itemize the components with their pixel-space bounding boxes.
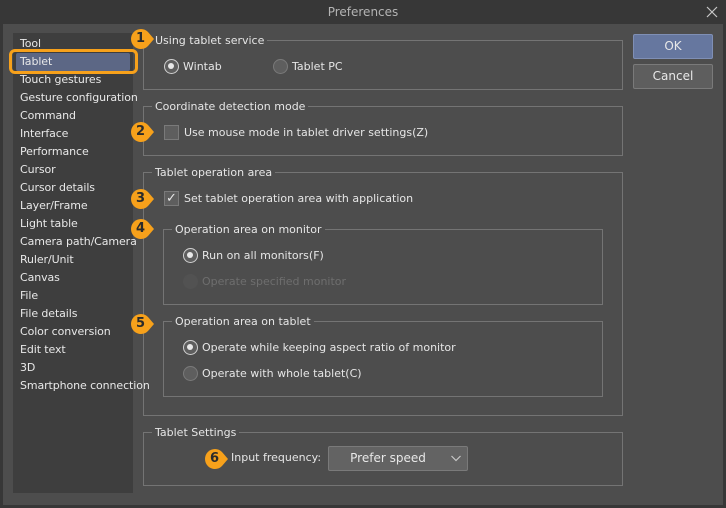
sidebar-item-ruler-unit[interactable]: Ruler/Unit [16,251,136,269]
radio-icon [183,274,198,289]
set-operation-area-label: Set tablet operation area with applicati… [184,192,414,205]
monitor-area-group: Operation area on monitor Run on all mon… [163,222,603,305]
all-monitors-label: Run on all monitors(F) [202,249,324,262]
input-frequency-value: Prefer speed [350,451,426,465]
checkbox-icon [164,125,179,140]
operation-area-title: Tablet operation area [152,165,276,180]
sidebar-item-edit-text[interactable]: Edit text [16,341,136,359]
sidebar-item-file-details[interactable]: File details [16,305,136,323]
sidebar-item-camera-path[interactable]: Camera path/Camera [16,233,137,251]
tablet-pc-label: Tablet PC [292,60,343,73]
tablet-area-group: Operation area on tablet Operate while k… [163,314,603,397]
tablet-service-title: Using tablet service [152,33,268,48]
whole-tablet-label: Operate with whole tablet(C) [202,367,362,380]
set-operation-area-checkbox[interactable]: ✓ Set tablet operation area with applica… [164,191,413,206]
wintab-radio[interactable]: Wintab [164,59,222,74]
tablet-area-title: Operation area on tablet [172,314,314,329]
dialog-body: Tool Tablet Touch gestures Gesture confi… [3,24,723,505]
tablet-pc-radio[interactable]: Tablet PC [273,59,343,74]
sidebar-item-interface[interactable]: Interface [16,125,136,143]
sidebar-item-touch-gestures[interactable]: Touch gestures [16,71,136,89]
title-bar: Preferences [0,0,726,24]
all-monitors-radio[interactable]: Run on all monitors(F) [183,248,324,263]
sidebar-item-color-conversion[interactable]: Color conversion [16,323,136,341]
radio-icon [183,248,198,263]
tablet-service-group: Using tablet service Wintab Tablet PC [143,33,623,90]
sidebar-item-cursor-details[interactable]: Cursor details [16,179,136,197]
specified-monitor-radio: Operate specified monitor [183,274,346,289]
sidebar-item-canvas[interactable]: Canvas [16,269,136,287]
tablet-settings-title: Tablet Settings [152,425,240,440]
sidebar-item-light-table[interactable]: Light table [16,215,136,233]
radio-icon [273,59,288,74]
cancel-button[interactable]: Cancel [633,64,713,89]
input-frequency-label: Input frequency: [231,451,322,464]
sidebar-item-command[interactable]: Command [16,107,136,125]
sidebar-item-cursor[interactable]: Cursor [16,161,136,179]
monitor-area-title: Operation area on monitor [172,222,325,237]
mouse-mode-checkbox[interactable]: Use mouse mode in tablet driver settings… [164,125,428,140]
category-list[interactable]: Tool Tablet Touch gestures Gesture confi… [13,33,150,493]
whole-tablet-radio[interactable]: Operate with whole tablet(C) [183,366,362,381]
coordinate-mode-group: Coordinate detection mode Use mouse mode… [143,99,623,156]
radio-icon [164,59,179,74]
operation-area-group: Tablet operation area ✓ Set tablet opera… [143,165,623,416]
chevron-down-icon [451,455,461,462]
radio-icon [183,340,198,355]
sidebar-item-tool[interactable]: Tool [16,35,136,53]
sidebar-item-3d[interactable]: 3D [16,359,136,377]
ok-button[interactable]: OK [633,34,713,59]
close-button[interactable] [702,2,722,22]
sidebar-item-gesture-configuration[interactable]: Gesture configuration [16,89,138,107]
sidebar-item-layer-frame[interactable]: Layer/Frame [16,197,136,215]
tablet-settings-group: Tablet Settings Input frequency: Prefer … [143,425,623,486]
radio-icon [183,366,198,381]
keep-aspect-ratio-label: Operate while keeping aspect ratio of mo… [202,341,456,354]
checkmark-icon: ✓ [164,191,179,206]
window-title: Preferences [327,5,399,19]
coordinate-mode-title: Coordinate detection mode [152,99,309,114]
input-frequency-select[interactable]: Prefer speed [328,446,468,471]
keep-aspect-ratio-radio[interactable]: Operate while keeping aspect ratio of mo… [183,340,456,355]
sidebar-item-performance[interactable]: Performance [16,143,136,161]
sidebar-item-file[interactable]: File [16,287,136,305]
specified-monitor-label: Operate specified monitor [202,275,347,288]
mouse-mode-label: Use mouse mode in tablet driver settings… [184,126,429,139]
sidebar-item-tablet[interactable]: Tablet [16,53,130,71]
wintab-label: Wintab [183,60,222,73]
close-icon [706,6,718,18]
sidebar-item-smartphone-connection[interactable]: Smartphone connection [16,377,150,395]
